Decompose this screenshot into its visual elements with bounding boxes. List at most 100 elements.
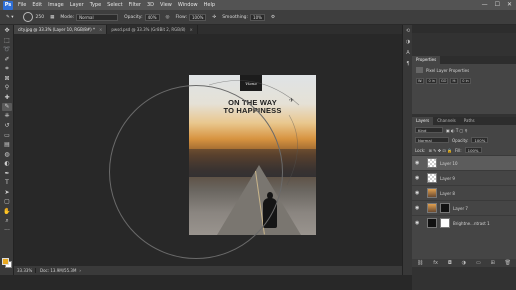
- foreground-color-swatch[interactable]: [2, 258, 9, 265]
- new-layer-icon[interactable]: ⊞: [491, 260, 495, 266]
- smoothing-field[interactable]: 10%: [250, 13, 265, 21]
- layer-mask-thumbnail[interactable]: [440, 218, 450, 228]
- new-adjustment-icon[interactable]: ◑: [462, 260, 466, 266]
- opacity-field[interactable]: 40%: [144, 13, 160, 21]
- lock-icons[interactable]: ⊞ ✎ ✥ ⊡ 🔒: [428, 148, 451, 153]
- minimize-button[interactable]: —: [482, 1, 488, 8]
- close-tab-icon[interactable]: ×: [99, 27, 102, 32]
- adjustments-icon[interactable]: ◑: [404, 39, 412, 47]
- dodge-tool-icon[interactable]: ◐: [2, 160, 12, 168]
- smoothing-options-icon[interactable]: ⚙: [271, 15, 275, 20]
- hand-tool-icon[interactable]: ✋: [2, 207, 12, 215]
- lasso-tool-icon[interactable]: ➰: [2, 46, 12, 54]
- status-arrow-icon[interactable]: ›: [79, 268, 81, 273]
- tab-pwsd[interactable]: pwsd.psd @ 33.3% (Gr8Bit 2, RGB/8) ×: [107, 25, 198, 34]
- crop-tool-icon[interactable]: ⌗: [2, 65, 12, 73]
- options-bar: ✎ ▾ 250 ▦ Mode: Normal Opacity: 40% ◎ Fl…: [0, 10, 516, 25]
- delete-layer-icon[interactable]: 🗑: [505, 260, 511, 266]
- tab-layers[interactable]: Layers: [412, 117, 434, 125]
- paragraph-icon[interactable]: ¶: [404, 61, 412, 69]
- close-tab-icon[interactable]: ×: [189, 27, 192, 32]
- tab-paths[interactable]: Paths: [460, 117, 479, 125]
- close-button[interactable]: ✕: [507, 1, 512, 8]
- marquee-tool-icon[interactable]: ⬚: [2, 36, 12, 44]
- canvas-area[interactable]: Viana ON THE WAY TO HAPPINESS ✈: [14, 34, 402, 266]
- visibility-eye-icon[interactable]: ◉: [415, 175, 421, 181]
- visibility-eye-icon[interactable]: ◉: [415, 205, 421, 211]
- eraser-tool-icon[interactable]: ▭: [2, 131, 12, 139]
- layer-row[interactable]: ◉ Layer 7: [412, 200, 516, 215]
- fill-field[interactable]: 100%: [464, 147, 482, 153]
- visibility-eye-icon[interactable]: ◉: [415, 220, 421, 226]
- lock-label: Lock:: [415, 147, 426, 153]
- menu-image[interactable]: Image: [48, 2, 64, 8]
- healing-brush-tool-icon[interactable]: ✚: [2, 93, 12, 101]
- filter-kind-select[interactable]: Kind: [415, 127, 443, 133]
- brush-tool-icon[interactable]: ✎ ▾: [6, 15, 13, 20]
- character-icon[interactable]: A: [404, 50, 412, 58]
- tab-channels[interactable]: Channels: [433, 117, 460, 125]
- app-logo: Ps: [3, 0, 13, 10]
- layer-mask-thumbnail[interactable]: [440, 203, 450, 213]
- menu-view[interactable]: View: [160, 2, 172, 8]
- quick-select-tool-icon[interactable]: ✐: [2, 55, 12, 63]
- menu-type[interactable]: Type: [90, 2, 101, 8]
- fx-icon[interactable]: fx: [433, 260, 438, 266]
- flow-field[interactable]: 100%: [188, 13, 207, 21]
- link-button[interactable]: GO: [438, 78, 449, 84]
- tab-properties[interactable]: Properties: [412, 56, 441, 64]
- gradient-tool-icon[interactable]: ▤: [2, 141, 12, 149]
- layer-name[interactable]: Layer 10: [440, 161, 458, 166]
- brush-preset-picker[interactable]: 250: [19, 12, 44, 22]
- zoom-level[interactable]: 33.33%: [14, 268, 36, 273]
- visibility-eye-icon[interactable]: ◉: [415, 160, 421, 166]
- link-layers-icon[interactable]: ⛓: [417, 260, 423, 266]
- menu-filter[interactable]: Filter: [129, 2, 141, 8]
- layer-name[interactable]: Layer 9: [440, 176, 455, 181]
- opacity-label: Opacity:: [124, 14, 143, 20]
- mode-select[interactable]: Normal: [76, 13, 119, 21]
- filter-icons[interactable]: ▣ ◐ T ▢ ⚲: [446, 128, 468, 133]
- visibility-eye-icon[interactable]: ◉: [415, 190, 421, 196]
- blend-mode-select[interactable]: Normal: [415, 137, 449, 143]
- layer-name[interactable]: Layer 8: [440, 191, 455, 196]
- layer-row[interactable]: ◉ Layer 8: [412, 185, 516, 200]
- pressure-opacity-icon[interactable]: ◎: [166, 15, 170, 20]
- shape-tool-icon[interactable]: ▢: [2, 198, 12, 206]
- menu-file[interactable]: File: [18, 2, 26, 8]
- maximize-button[interactable]: ☐: [495, 1, 500, 8]
- history-icon[interactable]: ⟲: [404, 28, 412, 36]
- frame-tool-icon[interactable]: ⊠: [2, 74, 12, 82]
- menu-layer[interactable]: Layer: [70, 2, 84, 8]
- layer-row[interactable]: ◉ Layer 9: [412, 170, 516, 185]
- path-select-tool-icon[interactable]: ➤: [2, 188, 12, 196]
- layer-name[interactable]: Brightne...ntrast 1: [453, 221, 490, 226]
- width-field[interactable]: 0 in: [426, 78, 437, 84]
- brush-settings-icon[interactable]: ▦: [50, 15, 54, 20]
- zoom-tool-icon[interactable]: ⌕: [2, 217, 12, 225]
- layer-row[interactable]: ◉ Layer 10: [412, 155, 516, 170]
- type-tool-icon[interactable]: T: [2, 179, 12, 187]
- layer-row[interactable]: ◉ Brightne...ntrast 1: [412, 215, 516, 230]
- history-brush-tool-icon[interactable]: ↺: [2, 122, 12, 130]
- layer-name[interactable]: Layer 7: [453, 206, 468, 211]
- menu-select[interactable]: Select: [107, 2, 122, 8]
- layer-opacity-field[interactable]: 100%: [471, 137, 489, 143]
- layer-thumbnail: [427, 158, 437, 168]
- height-field[interactable]: 0 in: [460, 78, 471, 84]
- new-group-icon[interactable]: ▭: [476, 260, 481, 266]
- menu-help[interactable]: Help: [204, 2, 215, 8]
- add-mask-icon[interactable]: ◘: [448, 260, 452, 266]
- brush-tool-icon[interactable]: ✎: [2, 102, 12, 111]
- blur-tool-icon[interactable]: ◍: [2, 150, 12, 158]
- more-tools-icon[interactable]: ···: [2, 226, 12, 234]
- move-tool-icon[interactable]: ✥: [2, 27, 12, 35]
- airbrush-icon[interactable]: ✣: [212, 15, 216, 20]
- pen-tool-icon[interactable]: ✒: [2, 169, 12, 177]
- clone-stamp-tool-icon[interactable]: ⎈: [2, 112, 12, 120]
- menu-3d[interactable]: 3D: [147, 2, 154, 8]
- eyedropper-tool-icon[interactable]: ⚲: [2, 84, 12, 92]
- menu-edit[interactable]: Edit: [32, 2, 42, 8]
- tab-city[interactable]: city.jpg @ 33.3% (Layer 10, RGB/8#) * ×: [14, 25, 108, 34]
- menu-window[interactable]: Window: [178, 2, 198, 8]
